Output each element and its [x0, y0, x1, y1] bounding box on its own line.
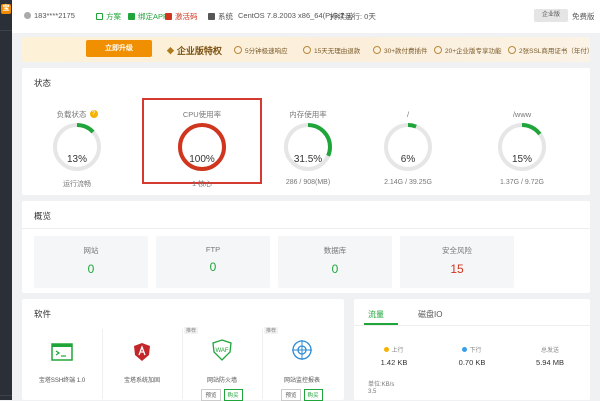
help-icon[interactable]: ?	[89, 110, 98, 118]
sidebar: 宝	[0, 0, 12, 400]
top-bar: 183****2175 方案 绑定APP 激活码 系统 CentOS 7.8.2…	[12, 0, 600, 33]
software-title: 软件	[34, 309, 52, 319]
download-dot-icon	[462, 347, 468, 352]
logo-icon[interactable]: 宝	[1, 4, 11, 14]
gauge-label: /	[406, 109, 410, 119]
gauge-0[interactable]: 负载状态? 13% 运行流畅	[37, 108, 117, 189]
gauge-4[interactable]: /www 15% 1.37G / 9.72G	[482, 108, 562, 186]
preview-button[interactable]: 预览	[281, 389, 301, 401]
clock-icon	[234, 46, 242, 54]
phone-icon	[128, 13, 135, 20]
buy-button[interactable]: 购买	[223, 389, 243, 401]
uptime: 持续运行: 0天	[330, 12, 376, 21]
star-icon	[434, 46, 442, 54]
gauge-ring	[284, 123, 332, 171]
overview-panel: 概览 网站 0 FTP 0 数据库 0 安全风险 15	[22, 201, 590, 293]
software-item-waf[interactable]: 推荐 WAF 网站防火墙 预览 购买	[182, 327, 263, 401]
gauge-ring	[53, 123, 101, 171]
overview-card-sites[interactable]: 网站 0	[34, 236, 148, 288]
overview-title: 概览	[34, 211, 52, 221]
user-account[interactable]: 183****2175	[24, 11, 75, 20]
shield-a-icon	[134, 343, 150, 361]
preview-button[interactable]: 预览	[201, 389, 221, 401]
plan-icon	[96, 13, 103, 20]
gauge-ring	[498, 123, 546, 171]
gauge-value: 6%	[400, 154, 416, 165]
gauge-label: CPU使用率	[182, 109, 222, 119]
chart-unit: 单位:KB/s	[368, 382, 395, 388]
free-version-label: 免费版	[572, 12, 595, 21]
gauge-subtext: 运行流畅	[63, 181, 91, 188]
system-icon	[208, 13, 215, 20]
activation-code-link[interactable]: 激活码	[165, 11, 198, 22]
software-item-ssh[interactable]: 宝塔SSH终端 1.0	[22, 329, 103, 399]
gauge-ring	[178, 123, 226, 171]
divider	[22, 228, 590, 229]
recommend-tag: 推荐	[184, 327, 199, 334]
recommend-tag: 推荐	[264, 327, 279, 334]
ssl-icon	[508, 46, 516, 54]
gauge-value: 15%	[511, 154, 532, 165]
gift-icon	[165, 13, 172, 20]
system-label: 系统	[208, 11, 233, 22]
status-panel: 状态 负载状态? 13% 运行流畅 CPU使用率 100% 1 核心 内存使用率 31.5% 2…	[22, 68, 590, 195]
tab-disk-io[interactable]: 磁盘IO	[418, 309, 442, 320]
diamond-icon: ◆	[167, 45, 174, 55]
banner-feature: 2张SSL商用证书（年付）	[508, 45, 593, 55]
gauge-value: 13%	[66, 154, 87, 165]
monitor-icon	[292, 340, 312, 360]
gauge-1[interactable]: CPU使用率 100% 1 核心	[162, 108, 242, 189]
traffic-up: 上行 1.42 KB	[380, 347, 408, 367]
plan-link[interactable]: 方案	[96, 11, 121, 22]
gauge-ring	[384, 123, 432, 171]
plugin-icon	[373, 46, 381, 54]
gauge-subtext: 286 / 908(MB)	[285, 179, 331, 186]
bind-app-link[interactable]: 绑定APP	[128, 11, 168, 22]
overview-card-database[interactable]: 数据库 0	[278, 236, 392, 288]
sidebar-divider	[0, 395, 12, 396]
refund-icon	[303, 46, 311, 54]
upgrade-button[interactable]: 立即升级	[86, 40, 152, 57]
status-title: 状态	[34, 78, 52, 88]
enterprise-banner: 立即升级 ◆ 企业版特权 5分钟极速响应 15天无理由退款 30+款付费插件 2…	[22, 37, 593, 62]
svg-text:WAF: WAF	[215, 348, 228, 354]
traffic-total-sent: 总发送 5.94 MB	[536, 348, 564, 367]
gauge-subtext: 2.14G / 39.25G	[384, 179, 432, 186]
banner-feature: 20+企业版专享功能	[434, 45, 502, 55]
banner-title: ◆ 企业版特权	[167, 45, 222, 56]
upload-dot-icon	[384, 347, 390, 352]
traffic-down: 下行 0.70 KB	[458, 347, 486, 367]
enterprise-button[interactable]: 企业版	[534, 9, 568, 22]
overview-card-ftp[interactable]: FTP 0	[156, 236, 270, 288]
sidebar-divider	[0, 30, 12, 31]
banner-feature: 15天无理由退款	[303, 45, 360, 55]
terminal-icon	[51, 343, 73, 361]
gauge-value: 31.5%	[293, 154, 323, 165]
waf-icon: WAF	[212, 339, 232, 361]
banner-feature: 30+款付费插件	[373, 45, 428, 55]
gauge-2[interactable]: 内存使用率 31.5% 286 / 908(MB)	[268, 108, 348, 186]
gauge-value: 100%	[189, 154, 215, 165]
software-item-monitor[interactable]: 推荐 网站监控报表 预览 购买	[262, 327, 342, 401]
chart-y-tick: 3.5	[368, 389, 377, 395]
software-item-hardening[interactable]: 宝塔系统加固	[102, 329, 183, 399]
gauge-subtext: 1 核心	[192, 181, 212, 188]
tab-traffic[interactable]: 流量	[368, 309, 384, 320]
divider	[354, 325, 590, 326]
overview-card-security-risk[interactable]: 安全风险 15	[400, 236, 514, 288]
banner-feature: 5分钟极速响应	[234, 45, 288, 55]
traffic-panel: 流量 磁盘IO 上行 1.42 KB 下行 0.70 KB 总发送 5.94 M…	[354, 299, 590, 400]
gauge-3[interactable]: / 6% 2.14G / 39.25G	[368, 108, 448, 186]
buy-button[interactable]: 购买	[303, 389, 323, 401]
software-panel: 软件 宝塔SSH终端 1.0 宝塔系统加固 推荐 WAF 网站防火墙 预览 购买…	[22, 299, 344, 401]
gauge-label: 负载状态?	[37, 108, 117, 120]
user-icon	[24, 12, 31, 19]
gauge-label: 内存使用率	[289, 109, 327, 119]
gauge-label: /www	[512, 109, 532, 119]
gauge-subtext: 1.37G / 9.72G	[500, 179, 544, 186]
